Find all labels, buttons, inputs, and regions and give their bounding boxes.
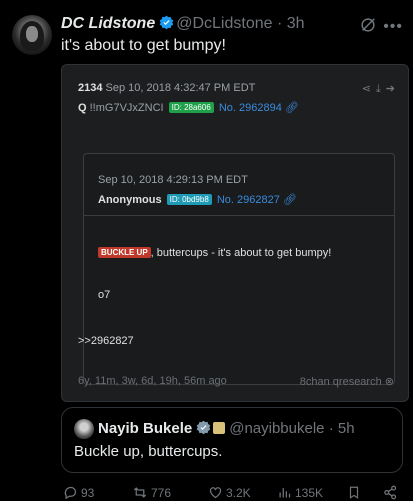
verified-badge-icon [159,15,174,30]
tripcode: !!mG7VJxZNCI [89,102,164,114]
reply-count: 93 [81,486,95,500]
flag-icon [213,422,226,434]
separator-dot: · [328,420,334,437]
tweet-header: DC Lidstone @DcLidstone · 3h [61,15,405,37]
card-footer: 6y, 11m, 3w, 6d, 19h, 56m ago 8chan qres… [78,375,394,388]
share-button[interactable] [383,485,401,500]
verified-badge-icon [196,420,211,435]
post-author: Q [78,102,87,114]
quoted-tweet[interactable]: Nayib Bukele @nayibbukele · 5h Buckle up,… [61,407,403,473]
card-tools: ⋖⤓➔ [362,82,400,96]
post-meta: 2134 Sep 10, 2018 4:32:47 PM EDT [78,82,255,94]
quoted-author-handle: @nayibbukele [229,420,325,437]
post-screenshot-card[interactable]: 2134 Sep 10, 2018 4:32:47 PM EDT ⋖⤓➔ Q !… [61,64,409,402]
tweet-text: it's about to get bumpy! [61,37,226,54]
open-icon[interactable]: ➔ [386,83,400,95]
id-badge: ID: 28a606 [168,102,214,113]
divider [84,215,394,216]
avatar[interactable] [12,15,52,55]
tweet-time[interactable]: 3h [287,15,305,32]
close-icon[interactable]: ⊗ [385,376,394,388]
quoted-signoff: o7 [98,289,111,301]
bookmark-button[interactable] [347,485,364,500]
quoted-id-badge: ID: 0bd9b8 [166,194,212,205]
reply-reference: >>2962827 [78,335,134,347]
quoted-author-line: Anonymous ID: 0bd9b8 No. 2962827 🔗︎ [98,193,297,206]
post-date: Sep 10, 2018 4:32:47 PM EDT [105,82,256,94]
avatar-face [26,26,38,42]
quoted-date: Sep 10, 2018 4:29:13 PM EDT [98,174,248,186]
repost-icon [133,487,147,498]
quoted-avatar [74,419,94,439]
quoted-post: Sep 10, 2018 4:29:13 PM EDT Anonymous ID… [83,153,395,385]
author-handle[interactable]: @DcLidstone [176,15,272,32]
buckle-up-badge: BUCKLE UP [98,247,151,258]
author-name[interactable]: DC Lidstone [61,15,155,32]
post-number: 2134 [78,82,103,94]
quoted-tweet-text: Buckle up, buttercups. [74,443,223,460]
bookmark-icon [349,486,359,499]
quoted-link-icon[interactable]: 🔗︎ [283,194,297,206]
more-icon[interactable]: ••• [383,18,403,36]
grok-icon[interactable] [359,16,377,34]
reply-icon [64,486,77,500]
quoted-body: BUCKLE UP, buttercups - it's about to ge… [98,247,331,259]
quoted-time: 5h [337,420,355,437]
reply-button[interactable]: 93 [63,485,94,500]
post-source: 8chan qresearch ⊗ [300,375,394,388]
post-no-link[interactable]: No. 2962894 [219,102,282,114]
views-icon [279,488,291,498]
share-icon [384,485,397,500]
action-bar: 93 776 3.2K 135K [61,485,405,501]
heart-icon [209,487,222,499]
link-icon[interactable]: 🔗︎ [285,102,299,114]
download-icon[interactable]: ⤓ [376,83,386,95]
repost-button[interactable]: 776 [132,485,171,500]
source-label: 8chan qresearch [299,376,382,388]
share-icon[interactable]: ⋖ [362,83,376,95]
quoted-author-name: Nayib Bukele [98,420,193,437]
quoted-tweet-header: Nayib Bukele @nayibbukele · 5h [98,420,355,437]
like-count: 3.2K [226,486,251,500]
views-button[interactable]: 135K [277,485,323,500]
quoted-author: Anonymous [98,194,162,206]
quoted-body-text: , buttercups - it's about to get bumpy! [150,247,332,259]
post-age: 6y, 11m, 3w, 6d, 19h, 56m ago [78,375,227,387]
repost-count: 776 [151,486,172,500]
like-button[interactable]: 3.2K [208,485,251,500]
quoted-post-no-link[interactable]: No. 2962827 [217,194,280,206]
views-count: 135K [295,486,324,500]
post-author-line: Q !!mG7VJxZNCI ID: 28a606 No. 2962894 🔗︎ [78,101,299,114]
separator-dot: · [276,15,283,32]
